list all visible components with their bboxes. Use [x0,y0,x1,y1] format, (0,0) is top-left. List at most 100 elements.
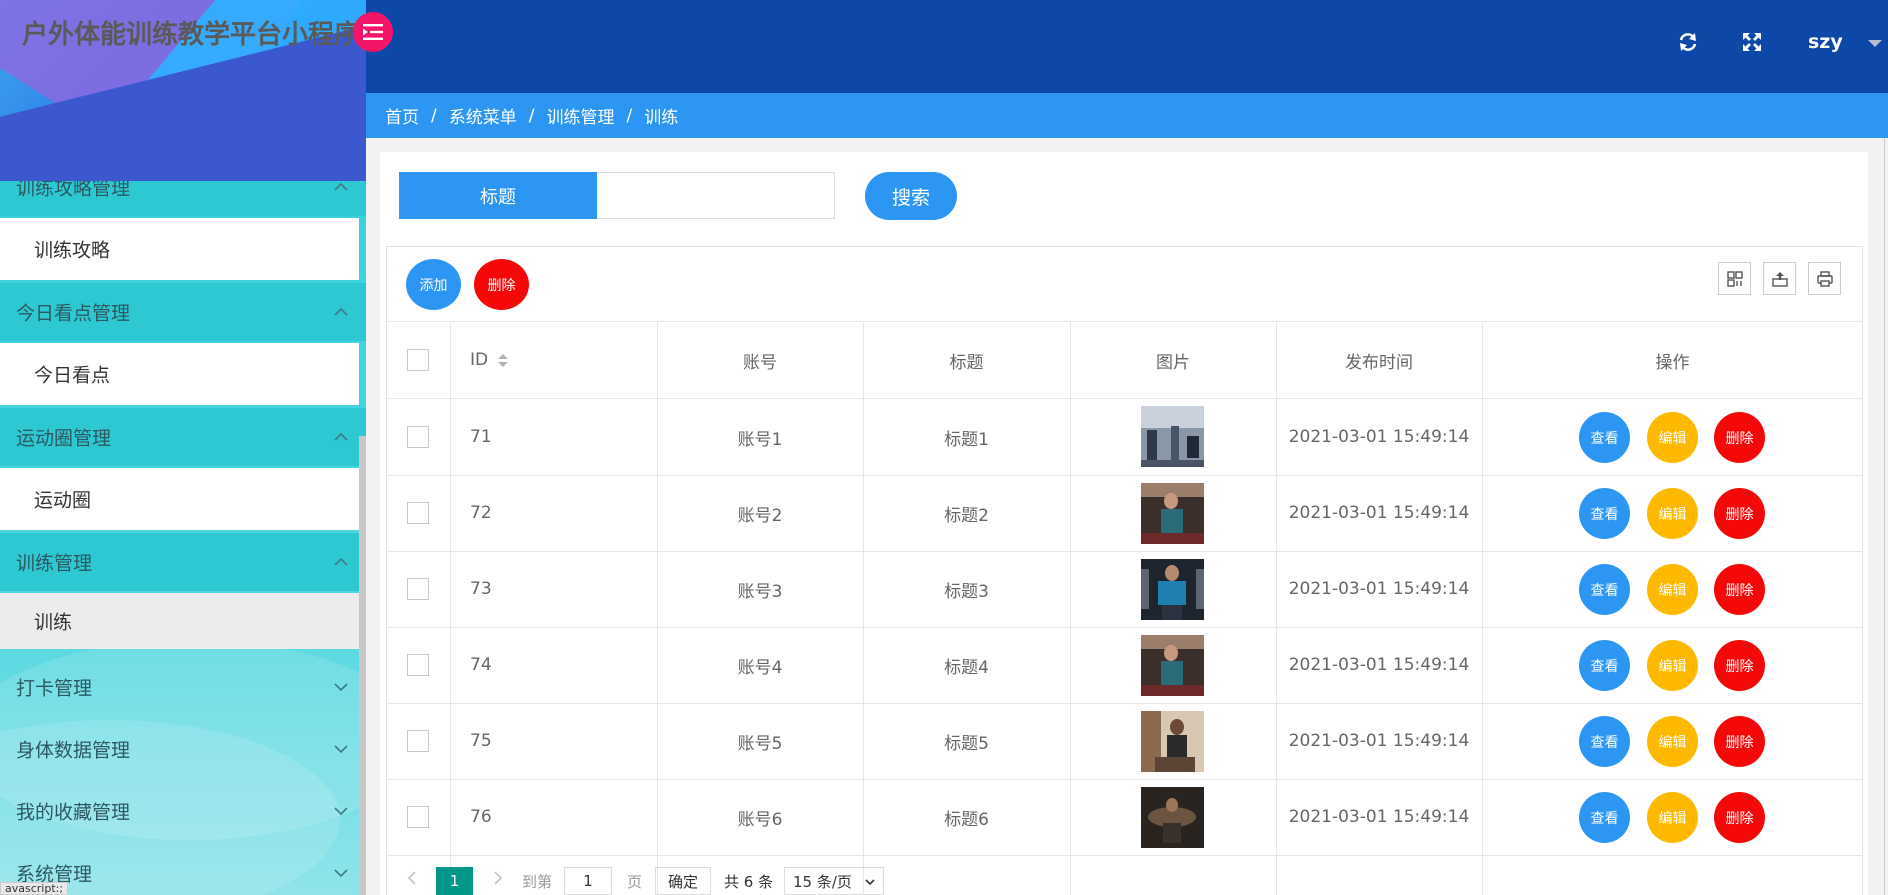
columns-filter-button[interactable] [1718,262,1751,295]
search-field-label: 标题 [399,172,597,219]
menu-group-checkin[interactable]: 打卡管理 [0,658,366,716]
select-all-checkbox[interactable] [407,349,429,371]
view-button[interactable]: 查看 [1579,412,1630,463]
cell-id: 76 [470,807,492,827]
menu-group-favorites[interactable]: 我的收藏管理 [0,782,366,840]
table-toolbar [386,246,1863,322]
cell-id: 72 [470,503,492,523]
cell-id: 75 [470,731,492,751]
edit-button[interactable]: 编辑 [1647,716,1698,767]
menu-item-training[interactable]: 训练 [0,593,359,649]
cell-publish-time: 2021-03-01 15:49:14 [1288,579,1470,599]
view-button[interactable]: 查看 [1579,792,1630,843]
fullscreen-icon[interactable] [1741,31,1763,53]
goto-confirm-button[interactable]: 确定 [655,867,711,895]
row-checkbox[interactable] [407,654,429,676]
training-image-thumbnail[interactable] [1141,787,1204,848]
chevron-up-icon [334,557,348,566]
cell-account: 账号5 [737,733,783,754]
edit-button[interactable]: 编辑 [1647,488,1698,539]
delete-button[interactable]: 删除 [1714,716,1765,767]
training-image-thumbnail[interactable] [1141,483,1204,544]
delete-button[interactable]: 删除 [1714,564,1765,615]
training-image-thumbnail[interactable] [1141,559,1204,620]
chevron-down-icon [334,745,348,754]
export-button[interactable] [1763,262,1796,295]
row-checkbox[interactable] [407,806,429,828]
menu-group-today-highlights[interactable]: 今日看点管理 [0,283,366,341]
delete-button[interactable]: 删除 [1714,640,1765,691]
training-image-thumbnail[interactable] [1141,406,1204,467]
cell-id: 73 [470,579,492,599]
delete-button[interactable]: 删除 [1714,488,1765,539]
view-button[interactable]: 查看 [1579,488,1630,539]
batch-delete-button[interactable]: 删除 [474,259,529,310]
cell-account: 账号6 [737,809,783,830]
column-header-account: 账号 [743,352,777,373]
cell-title: 标题3 [944,581,989,602]
menu-group-body-data[interactable]: 身体数据管理 [0,720,366,778]
export-icon [1771,271,1788,287]
page-number-current[interactable]: 1 [436,867,473,895]
next-page-icon[interactable] [493,871,503,885]
sort-icon[interactable] [498,353,509,367]
menu-group-sports-circle[interactable]: 运动圈管理 [0,408,366,466]
menu-group-training[interactable]: 训练管理 [0,533,366,591]
goto-prefix: 到第 [522,873,553,891]
cell-account: 账号4 [737,657,783,678]
menu-toggle-button[interactable] [353,12,393,52]
cell-publish-time: 2021-03-01 15:49:14 [1288,427,1470,447]
breadcrumb-home[interactable]: 首页 [385,103,419,128]
cell-account: 账号3 [737,581,783,602]
view-button[interactable]: 查看 [1579,564,1630,615]
chevron-up-icon [334,307,348,316]
cell-title: 标题6 [944,809,989,830]
edit-button[interactable]: 编辑 [1647,412,1698,463]
training-image-thumbnail[interactable] [1141,635,1204,696]
menu-item-sports-circle[interactable]: 运动圈 [0,468,359,530]
user-dropdown-caret-icon[interactable] [1868,40,1882,47]
edit-button[interactable]: 编辑 [1647,792,1698,843]
menu-item-today-highlights[interactable]: 今日看点 [0,343,359,405]
view-button[interactable]: 查看 [1579,640,1630,691]
sidebar: 训练攻略管理 训练攻略 今日看点管理 今日看点 运动圈管理 运动圈 训练管理 训… [0,0,366,895]
refresh-icon[interactable] [1677,31,1699,53]
row-checkbox[interactable] [407,426,429,448]
row-checkbox[interactable] [407,578,429,600]
row-checkbox[interactable] [407,730,429,752]
row-checkbox[interactable] [407,502,429,524]
cell-title: 标题5 [944,733,989,754]
status-url: avascript:; [0,882,69,895]
print-button[interactable] [1808,262,1841,295]
cell-publish-time: 2021-03-01 15:49:14 [1288,503,1470,523]
cell-id: 74 [470,655,492,675]
menu-item-training-guide[interactable]: 训练攻略 [0,218,359,280]
goto-suffix: 页 [627,873,643,891]
add-button[interactable]: 添加 [406,259,461,310]
cell-publish-time: 2021-03-01 15:49:14 [1288,807,1470,827]
total-count: 共 6 条 [724,873,774,891]
chevron-up-icon [334,182,348,191]
edit-button[interactable]: 编辑 [1647,564,1698,615]
edit-button[interactable]: 编辑 [1647,640,1698,691]
search-title-input[interactable] [597,172,835,219]
top-header [366,0,1888,93]
sidebar-scrollbar[interactable] [359,436,366,895]
cell-title: 标题2 [944,505,989,526]
cell-id: 71 [470,427,492,447]
delete-button[interactable]: 删除 [1714,412,1765,463]
breadcrumb-system-menu[interactable]: 系统菜单 [449,103,517,128]
prev-page-icon[interactable] [407,871,417,885]
training-image-thumbnail[interactable] [1141,711,1204,772]
column-header-id[interactable]: ID [450,322,657,398]
user-name[interactable]: szy [1808,31,1843,53]
search-button[interactable]: 搜索 [865,172,957,220]
columns-icon [1726,270,1743,287]
breadcrumb-training-manage[interactable]: 训练管理 [546,103,614,128]
per-page-select[interactable]: 15 条/页 [784,867,884,895]
view-button[interactable]: 查看 [1579,716,1630,767]
delete-button[interactable]: 删除 [1714,792,1765,843]
goto-page-input[interactable]: 1 [564,867,612,895]
breadcrumb: 首页 / 系统菜单 / 训练管理 / 训练 [366,93,1888,138]
column-header-actions: 操作 [1655,352,1690,373]
